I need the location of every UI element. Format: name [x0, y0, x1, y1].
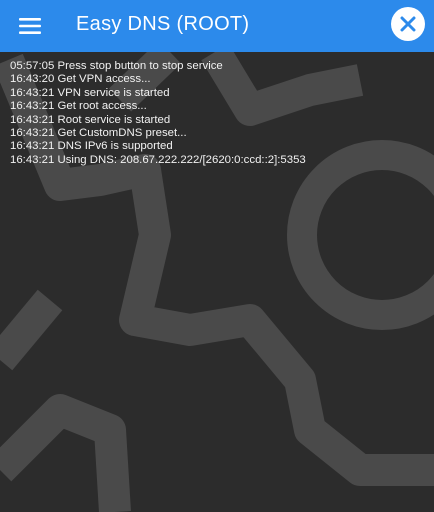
close-button[interactable]: [391, 7, 425, 41]
log-line: 16:43:21 Get CustomDNS preset...: [10, 127, 187, 140]
app-title: Easy DNS (ROOT): [76, 13, 250, 35]
log-line: 16:43:21 Using DNS: 208.67.222.222/[2620…: [10, 153, 306, 166]
log-line: 16:43:21 DNS IPv6 is supported: [10, 140, 173, 153]
gear-hole: [287, 140, 434, 330]
hamburger-menu-icon: [19, 18, 41, 34]
close-icon: [400, 16, 416, 32]
log-line: 16:43:21 Get root access...: [10, 100, 147, 113]
log-line: 16:43:21 Root service is started: [10, 113, 171, 126]
log-line: 16:43:20 Get VPN access...: [10, 73, 151, 86]
log-line: 16:43:21 VPN service is started: [10, 86, 170, 99]
log-line: 05:57:05 Press stop button to stop servi…: [10, 60, 223, 72]
log-output: 05:57:05 Press stop button to stop servi…: [10, 60, 430, 167]
menu-button[interactable]: [10, 6, 50, 46]
app-bar: Easy DNS (ROOT): [0, 0, 434, 52]
